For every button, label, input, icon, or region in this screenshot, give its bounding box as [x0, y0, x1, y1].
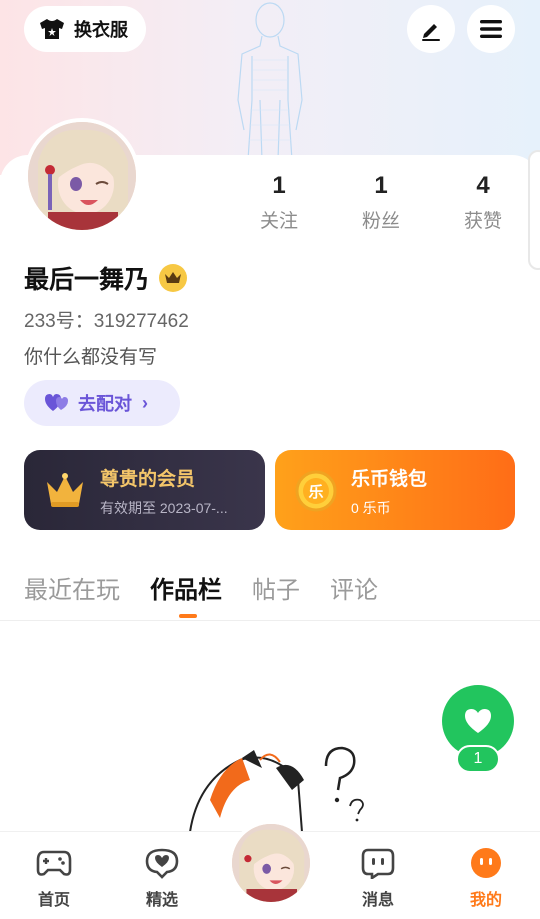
stat-value: 4 — [476, 172, 490, 199]
menu-icon — [480, 20, 502, 38]
nav-center-avatar[interactable] — [228, 820, 314, 906]
heart-icon — [465, 709, 491, 733]
avatar[interactable] — [24, 118, 140, 234]
tab-posts[interactable]: 帖子 — [252, 570, 300, 605]
profile-stats: 1 关注 1 粉丝 4 获赞 — [228, 172, 534, 233]
avatar-3d-figure — [237, 2, 303, 160]
face-icon — [468, 846, 504, 880]
nav-featured[interactable]: 精选 — [122, 846, 202, 910]
tab-comments[interactable]: 评论 — [330, 570, 378, 605]
heart-chat-icon — [144, 846, 180, 880]
nav-home[interactable]: 首页 — [14, 846, 94, 910]
user-id: 233号：319277462 — [24, 311, 189, 332]
profile-tabs: 最近在玩 作品栏 帖子 评论 — [24, 570, 378, 618]
gamepad-icon — [36, 846, 72, 880]
vip-membership-card[interactable]: 尊贵的会员 有效期至 2023-07-... — [24, 450, 265, 530]
menu-button[interactable] — [467, 5, 515, 53]
username-row: 最后一舞乃 — [24, 260, 188, 296]
stat-following[interactable]: 1 关注 — [228, 172, 330, 233]
pencil-icon — [422, 24, 440, 41]
match-label: 去配对 — [78, 394, 132, 414]
wallet-balance: 0 乐币 — [351, 500, 391, 516]
anime-avatar-image — [28, 122, 136, 230]
like-count-badge: 1 — [456, 745, 500, 773]
tabs-divider — [0, 620, 540, 621]
change-outfit-button[interactable]: 换衣服 — [24, 6, 146, 52]
nav-label: 消息 — [361, 892, 394, 909]
nav-label: 首页 — [37, 892, 70, 909]
match-button[interactable]: 去配对 › — [24, 380, 180, 426]
wallet-card[interactable]: 乐 乐币钱包 0 乐币 — [275, 450, 515, 530]
nav-messages[interactable]: 消息 — [338, 846, 418, 910]
vip-title: 尊贵的会员 — [100, 469, 196, 490]
vip-expiry: 有效期至 2023-07-... — [100, 500, 228, 516]
nav-label: 精选 — [145, 892, 178, 909]
wallet-title: 乐币钱包 — [351, 469, 428, 490]
nav-mine[interactable]: 我的 — [446, 846, 526, 910]
stat-label: 获赞 — [463, 211, 502, 232]
tab-recently-played[interactable]: 最近在玩 — [24, 570, 120, 605]
anime-avatar-image — [232, 824, 310, 902]
gold-crown-icon — [47, 473, 83, 507]
change-outfit-label: 换衣服 — [74, 20, 128, 40]
stat-label: 关注 — [259, 211, 298, 232]
stat-likes-received[interactable]: 4 获赞 — [432, 172, 534, 233]
double-heart-icon — [45, 394, 68, 411]
chevron-right-icon: › — [142, 392, 148, 413]
tshirt-icon — [40, 19, 64, 39]
tab-works[interactable]: 作品栏 — [150, 570, 222, 618]
stat-value: 1 — [272, 172, 286, 199]
tab-works-label: 作品栏 — [150, 577, 222, 604]
message-icon — [360, 846, 396, 880]
stat-label: 粉丝 — [361, 211, 400, 232]
nav-label: 我的 — [469, 892, 502, 909]
coin-character: 乐 — [308, 483, 323, 501]
vip-crown-icon — [159, 264, 188, 292]
stat-value: 1 — [374, 172, 388, 199]
username: 最后一舞乃 — [24, 266, 150, 294]
bio: 你什么都没有写 — [24, 347, 158, 368]
coin-icon: 乐 — [295, 470, 337, 512]
edit-profile-button[interactable] — [407, 5, 455, 53]
stat-followers[interactable]: 1 粉丝 — [330, 172, 432, 233]
active-tab-indicator — [179, 614, 197, 618]
